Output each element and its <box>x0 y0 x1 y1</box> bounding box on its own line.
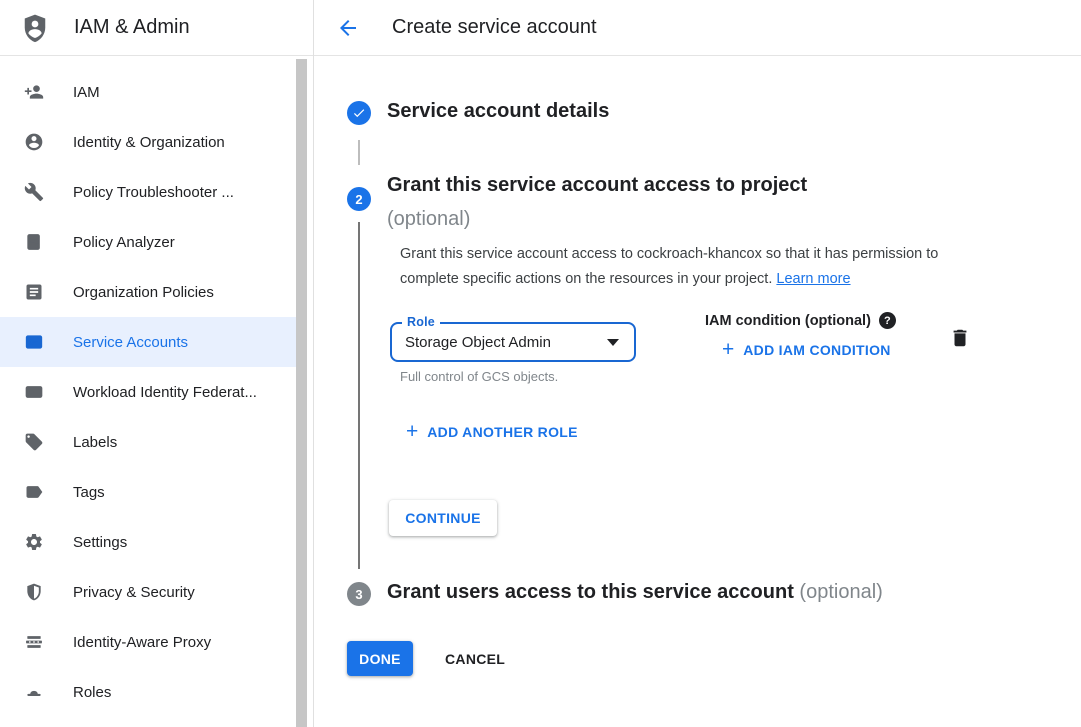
role-helper-text: Full control of GCS objects. <box>400 369 558 384</box>
step-connector-long <box>358 222 360 569</box>
sidebar-divider <box>313 0 314 727</box>
step1-title[interactable]: Service account details <box>387 100 609 123</box>
step1-complete-icon <box>347 101 371 125</box>
tag-arrow-icon <box>24 482 44 502</box>
sidebar-item-label: Identity-Aware Proxy <box>73 634 211 651</box>
sidebar-item-label: Settings <box>73 534 127 551</box>
sidebar-item-label: Roles <box>73 684 111 701</box>
sidebar-item-label: Privacy & Security <box>73 584 195 601</box>
card-icon <box>24 382 44 402</box>
sidebar-item-privacy-security[interactable]: Privacy & Security <box>0 567 297 617</box>
gear-icon <box>24 532 44 552</box>
service-account-key-icon <box>24 332 44 352</box>
help-icon[interactable]: ? <box>879 312 896 329</box>
grant-description: Grant this service account access to coc… <box>400 242 982 292</box>
back-button[interactable] <box>336 16 360 40</box>
step-connector-short <box>358 140 360 165</box>
back-arrow-icon <box>336 16 360 40</box>
sidebar-item-label: Tags <box>73 484 105 501</box>
sidebar-item-iam[interactable]: IAM <box>0 67 297 117</box>
trash-icon <box>949 327 971 349</box>
create-service-account-form: Service account details 2 Grant this ser… <box>313 0 1081 727</box>
wrench-icon <box>24 182 44 202</box>
sidebar-item-settings[interactable]: Settings <box>0 517 297 567</box>
step2-title: Grant this service account access to pro… <box>387 168 807 236</box>
done-button[interactable]: DONE <box>347 641 413 676</box>
sidebar-item-label: IAM <box>73 84 100 101</box>
sidebar-item-workload-identity-federation[interactable]: Workload Identity Federat... <box>0 367 297 417</box>
article-icon <box>24 282 44 302</box>
sidebar-nav: IAM Identity & Organization Policy Troub… <box>0 57 297 727</box>
step3-title-text: Grant users access to this service accou… <box>387 581 794 603</box>
iam-shield-logo-icon <box>20 11 50 44</box>
check-icon <box>352 106 366 120</box>
step3-optional-label: (optional) <box>799 581 882 603</box>
shield-icon <box>24 582 44 602</box>
sidebar-item-policy-troubleshooter[interactable]: Policy Troubleshooter ... <box>0 167 297 217</box>
sidebar-item-labels[interactable]: Labels <box>0 417 297 467</box>
delete-role-button[interactable] <box>949 327 971 349</box>
sidebar-item-identity-organization[interactable]: Identity & Organization <box>0 117 297 167</box>
step2-title-text: Grant this service account access to pro… <box>387 174 807 196</box>
sidebar-item-label: Labels <box>73 434 117 451</box>
policy-analyzer-icon <box>24 232 44 252</box>
step3-number-badge: 3 <box>347 582 371 606</box>
add-another-role-button[interactable]: + ADD ANOTHER ROLE <box>406 423 578 441</box>
step2-optional-label: (optional) <box>387 208 470 230</box>
grant-description-text: Grant this service account access to coc… <box>400 246 938 287</box>
person-add-icon <box>24 82 44 102</box>
plus-icon: + <box>406 423 418 441</box>
chevron-down-icon <box>607 339 619 346</box>
cancel-button[interactable]: CANCEL <box>433 641 517 676</box>
role-select[interactable]: Role Storage Object Admin <box>390 322 636 362</box>
sidebar-item-policy-analyzer[interactable]: Policy Analyzer <box>0 217 297 267</box>
app-header-right: Create service account <box>313 0 1081 56</box>
label-tag-icon <box>24 432 44 452</box>
iam-condition-label: IAM condition (optional) <box>705 313 871 329</box>
sidebar-scrollbar[interactable] <box>296 59 307 727</box>
add-iam-condition-button[interactable]: + ADD IAM CONDITION <box>722 341 891 359</box>
role-selected-value: Storage Object Admin <box>405 324 551 361</box>
sidebar-item-label: Service Accounts <box>73 334 188 351</box>
proxy-icon <box>24 632 44 652</box>
iam-condition-header: IAM condition (optional) ? <box>705 312 896 329</box>
sidebar-item-label: Policy Analyzer <box>73 234 175 251</box>
sidebar-item-roles[interactable]: Roles <box>0 667 297 717</box>
sidebar-item-tags[interactable]: Tags <box>0 467 297 517</box>
plus-icon: + <box>722 341 734 359</box>
account-circle-icon <box>24 132 44 152</box>
sidebar-item-label: Policy Troubleshooter ... <box>73 184 234 201</box>
continue-button[interactable]: CONTINUE <box>389 500 497 536</box>
sidebar-item-label: Organization Policies <box>73 284 214 301</box>
sidebar-item-label: Identity & Organization <box>73 134 225 151</box>
sidebar-item-organization-policies[interactable]: Organization Policies <box>0 267 297 317</box>
product-name: IAM & Admin <box>74 16 190 39</box>
step2-number-badge: 2 <box>347 187 371 211</box>
step3-title[interactable]: Grant users access to this service accou… <box>387 581 883 604</box>
hat-icon <box>24 682 44 702</box>
sidebar-item-service-accounts[interactable]: Service Accounts <box>0 317 297 367</box>
learn-more-link[interactable]: Learn more <box>776 271 850 287</box>
app-header-left: IAM & Admin <box>0 0 313 56</box>
sidebar-item-identity-aware-proxy[interactable]: Identity-Aware Proxy <box>0 617 297 667</box>
sidebar-item-label: Workload Identity Federat... <box>73 384 257 401</box>
page-title: Create service account <box>392 16 597 39</box>
